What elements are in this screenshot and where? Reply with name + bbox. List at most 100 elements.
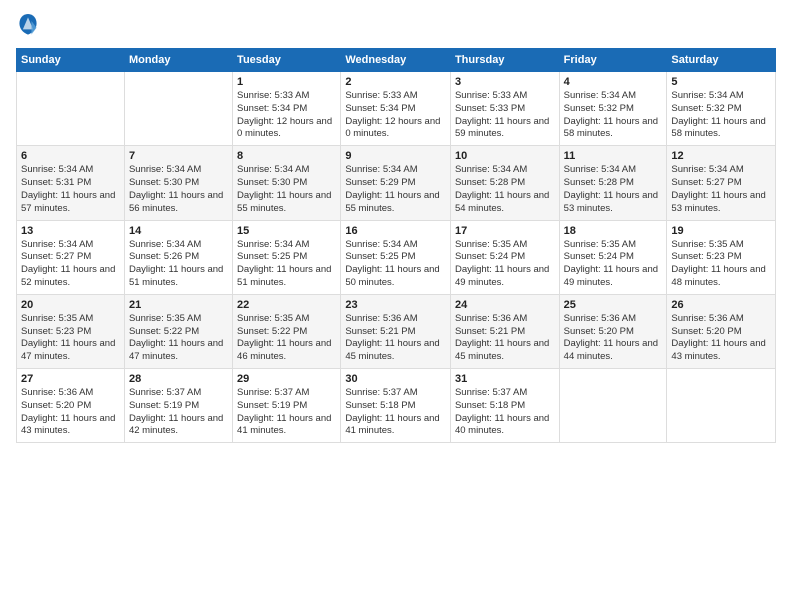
calendar-cell: 12 Sunrise: 5:34 AM Sunset: 5:27 PM Dayli… [667,146,776,220]
day-info: Sunrise: 5:33 AM Sunset: 5:34 PM Dayligh… [237,90,336,141]
week-row-0: 1 Sunrise: 5:33 AM Sunset: 5:34 PM Daylig… [17,72,776,146]
day-number: 3 [455,76,555,88]
calendar-cell: 11Sunrise: 5:34 AM Sunset: 5:28 PM Dayli… [559,146,667,220]
calendar-cell: 7 Sunrise: 5:34 AM Sunset: 5:30 PM Daylig… [124,146,232,220]
day-info: Sunrise: 5:34 AM Sunset: 5:25 PM Dayligh… [237,239,336,290]
weekday-header-sunday: Sunday [17,49,125,72]
week-row-2: 13 Sunrise: 5:34 AM Sunset: 5:27 PM Dayli… [17,220,776,294]
day-number: 24 [455,299,555,311]
day-number: 15 [237,225,336,237]
day-info: Sunrise: 5:34 AM Sunset: 5:27 PM Dayligh… [671,164,771,215]
day-number: 4 [564,76,663,88]
day-info: Sunrise: 5:35 AM Sunset: 5:23 PM Dayligh… [671,239,771,290]
calendar-cell: 23 Sunrise: 5:36 AM Sunset: 5:21 PM Dayli… [341,294,451,368]
logo [16,12,44,40]
day-number: 2 [345,76,446,88]
weekday-header-thursday: Thursday [450,49,559,72]
day-info: Sunrise: 5:34 AM Sunset: 5:25 PM Dayligh… [345,239,446,290]
weekday-row: SundayMondayTuesdayWednesdayThursdayFrid… [17,49,776,72]
day-number: 8 [237,150,336,162]
calendar-cell: 15 Sunrise: 5:34 AM Sunset: 5:25 PM Dayli… [233,220,341,294]
day-number: 6 [21,150,120,162]
day-number: 27 [21,373,120,385]
calendar-cell: 5 Sunrise: 5:34 AM Sunset: 5:32 PM Daylig… [667,72,776,146]
calendar-cell: 8 Sunrise: 5:34 AM Sunset: 5:30 PM Daylig… [233,146,341,220]
day-number: 28 [129,373,228,385]
week-row-1: 6 Sunrise: 5:34 AM Sunset: 5:31 PM Daylig… [17,146,776,220]
week-row-4: 27Sunrise: 5:36 AM Sunset: 5:20 PM Dayli… [17,369,776,443]
calendar-cell: 9 Sunrise: 5:34 AM Sunset: 5:29 PM Daylig… [341,146,451,220]
day-number: 9 [345,150,446,162]
calendar-cell: 27Sunrise: 5:36 AM Sunset: 5:20 PM Dayli… [17,369,125,443]
weekday-header-monday: Monday [124,49,232,72]
calendar-cell [559,369,667,443]
day-info: Sunrise: 5:36 AM Sunset: 5:20 PM Dayligh… [671,313,771,364]
day-info: Sunrise: 5:34 AM Sunset: 5:30 PM Dayligh… [129,164,228,215]
calendar-cell: 19Sunrise: 5:35 AM Sunset: 5:23 PM Dayli… [667,220,776,294]
day-number: 14 [129,225,228,237]
day-number: 30 [345,373,446,385]
weekday-header-friday: Friday [559,49,667,72]
day-number: 17 [455,225,555,237]
calendar-cell: 18 Sunrise: 5:35 AM Sunset: 5:24 PM Dayli… [559,220,667,294]
day-number: 1 [237,76,336,88]
weekday-header-saturday: Saturday [667,49,776,72]
calendar-cell: 1 Sunrise: 5:33 AM Sunset: 5:34 PM Daylig… [233,72,341,146]
day-number: 12 [671,150,771,162]
day-info: Sunrise: 5:34 AM Sunset: 5:29 PM Dayligh… [345,164,446,215]
day-info: Sunrise: 5:36 AM Sunset: 5:20 PM Dayligh… [564,313,663,364]
header [16,12,776,40]
day-number: 23 [345,299,446,311]
day-info: Sunrise: 5:37 AM Sunset: 5:19 PM Dayligh… [237,387,336,438]
weekday-header-tuesday: Tuesday [233,49,341,72]
calendar-cell: 3 Sunrise: 5:33 AM Sunset: 5:33 PM Daylig… [450,72,559,146]
day-info: Sunrise: 5:34 AM Sunset: 5:28 PM Dayligh… [564,164,663,215]
day-number: 22 [237,299,336,311]
day-number: 10 [455,150,555,162]
calendar-cell: 25 Sunrise: 5:36 AM Sunset: 5:20 PM Dayli… [559,294,667,368]
day-info: Sunrise: 5:33 AM Sunset: 5:33 PM Dayligh… [455,90,555,141]
day-number: 13 [21,225,120,237]
day-number: 18 [564,225,663,237]
day-number: 26 [671,299,771,311]
day-info: Sunrise: 5:35 AM Sunset: 5:23 PM Dayligh… [21,313,120,364]
calendar-cell: 20 Sunrise: 5:35 AM Sunset: 5:23 PM Dayli… [17,294,125,368]
calendar-cell: 22 Sunrise: 5:35 AM Sunset: 5:22 PM Dayli… [233,294,341,368]
calendar-cell: 28Sunrise: 5:37 AM Sunset: 5:19 PM Dayli… [124,369,232,443]
day-info: Sunrise: 5:34 AM Sunset: 5:30 PM Dayligh… [237,164,336,215]
calendar-cell: 6 Sunrise: 5:34 AM Sunset: 5:31 PM Daylig… [17,146,125,220]
day-info: Sunrise: 5:35 AM Sunset: 5:22 PM Dayligh… [237,313,336,364]
day-info: Sunrise: 5:33 AM Sunset: 5:34 PM Dayligh… [345,90,446,141]
day-number: 25 [564,299,663,311]
day-number: 20 [21,299,120,311]
calendar-cell [667,369,776,443]
page: SundayMondayTuesdayWednesdayThursdayFrid… [0,0,792,612]
day-info: Sunrise: 5:35 AM Sunset: 5:24 PM Dayligh… [455,239,555,290]
calendar-cell: 24 Sunrise: 5:36 AM Sunset: 5:21 PM Dayli… [450,294,559,368]
day-info: Sunrise: 5:34 AM Sunset: 5:28 PM Dayligh… [455,164,555,215]
weekday-header-wednesday: Wednesday [341,49,451,72]
day-number: 7 [129,150,228,162]
calendar-cell: 21Sunrise: 5:35 AM Sunset: 5:22 PM Dayli… [124,294,232,368]
calendar-body: 1 Sunrise: 5:33 AM Sunset: 5:34 PM Daylig… [17,72,776,443]
calendar-cell: 16Sunrise: 5:34 AM Sunset: 5:25 PM Dayli… [341,220,451,294]
day-info: Sunrise: 5:34 AM Sunset: 5:27 PM Dayligh… [21,239,120,290]
logo-icon [16,12,40,40]
calendar-cell: 31Sunrise: 5:37 AM Sunset: 5:18 PM Dayli… [450,369,559,443]
day-number: 29 [237,373,336,385]
day-info: Sunrise: 5:36 AM Sunset: 5:21 PM Dayligh… [455,313,555,364]
calendar-cell: 4 Sunrise: 5:34 AM Sunset: 5:32 PM Daylig… [559,72,667,146]
day-info: Sunrise: 5:34 AM Sunset: 5:32 PM Dayligh… [671,90,771,141]
day-info: Sunrise: 5:35 AM Sunset: 5:24 PM Dayligh… [564,239,663,290]
calendar-cell: 17 Sunrise: 5:35 AM Sunset: 5:24 PM Dayli… [450,220,559,294]
calendar-table: SundayMondayTuesdayWednesdayThursdayFrid… [16,48,776,443]
day-info: Sunrise: 5:34 AM Sunset: 5:32 PM Dayligh… [564,90,663,141]
day-number: 21 [129,299,228,311]
day-info: Sunrise: 5:36 AM Sunset: 5:21 PM Dayligh… [345,313,446,364]
calendar-header: SundayMondayTuesdayWednesdayThursdayFrid… [17,49,776,72]
calendar-cell [124,72,232,146]
day-info: Sunrise: 5:34 AM Sunset: 5:31 PM Dayligh… [21,164,120,215]
day-number: 5 [671,76,771,88]
day-info: Sunrise: 5:37 AM Sunset: 5:18 PM Dayligh… [345,387,446,438]
day-info: Sunrise: 5:37 AM Sunset: 5:18 PM Dayligh… [455,387,555,438]
